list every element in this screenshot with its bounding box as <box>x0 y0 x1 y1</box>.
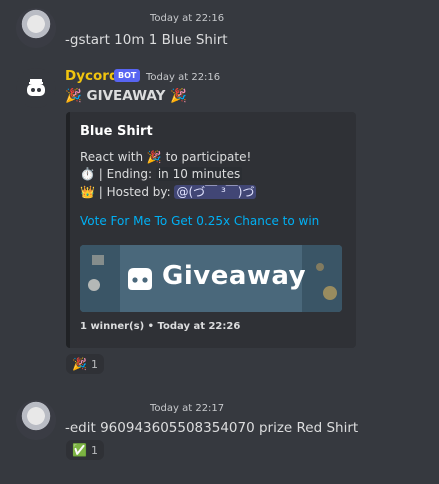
party-popper-icon: 🎉 <box>72 357 87 371</box>
bot-tag: BOT <box>114 69 141 82</box>
check-icon: ✅ <box>72 443 87 457</box>
ending-label: ⏱️ | Ending: <box>80 167 156 181</box>
giveaway-headline: 🎉 GIVEAWAY 🎉 <box>65 88 187 104</box>
user-avatar[interactable] <box>16 400 56 440</box>
banner-title: Giveaway <box>162 261 307 291</box>
embed-line-ending: ⏱️ | Ending: in 10 minutes <box>80 167 243 181</box>
chat-view: Today at 22:16 -gstart 10m 1 Blue Shirt … <box>0 0 439 484</box>
message-text: -gstart 10m 1 Blue Shirt <box>65 32 228 48</box>
check-reaction[interactable]: ✅ 1 <box>66 440 104 460</box>
discord-bot-icon <box>27 79 45 96</box>
message-3: Today at 22:17 -edit 960943605508354070 … <box>0 392 439 484</box>
user-avatar[interactable] <box>16 8 56 48</box>
bot-avatar[interactable] <box>16 68 56 108</box>
message-timestamp: Today at 22:16 <box>150 13 225 24</box>
hosted-label: 👑 | Hosted by: <box>80 185 175 199</box>
embed-title: Blue Shirt <box>80 124 153 139</box>
message-text: -edit 960943605508354070 prize Red Shirt <box>65 420 359 436</box>
party-reaction[interactable]: 🎉 1 <box>66 354 104 374</box>
message-1: Today at 22:16 -gstart 10m 1 Blue Shirt <box>0 0 439 60</box>
bot-username[interactable]: Dycord <box>65 68 119 84</box>
discord-logo-icon <box>128 268 152 290</box>
host-mention[interactable]: @(づ￣ ³￣)づ <box>174 185 257 199</box>
embed-line-participate: React with 🎉 to participate! <box>80 150 252 164</box>
ending-value: in 10 minutes <box>155 167 243 181</box>
vote-link[interactable]: Vote For Me To Get 0.25x Chance to win <box>80 214 319 228</box>
embed-line-hosted: 👑 | Hosted by: @(づ￣ ³￣)づ <box>80 183 257 200</box>
embed-footer: 1 winner(s) • Today at 22:26 <box>80 321 241 332</box>
giveaway-embed: Blue Shirt React with 🎉 to participate! … <box>66 112 356 348</box>
reaction-count: 1 <box>90 357 98 371</box>
giveaway-banner-image[interactable]: Giveaway <box>80 245 342 312</box>
reaction-count: 1 <box>90 443 98 457</box>
message-timestamp: Today at 22:17 <box>150 403 225 414</box>
bot-timestamp: Today at 22:16 <box>146 72 221 83</box>
